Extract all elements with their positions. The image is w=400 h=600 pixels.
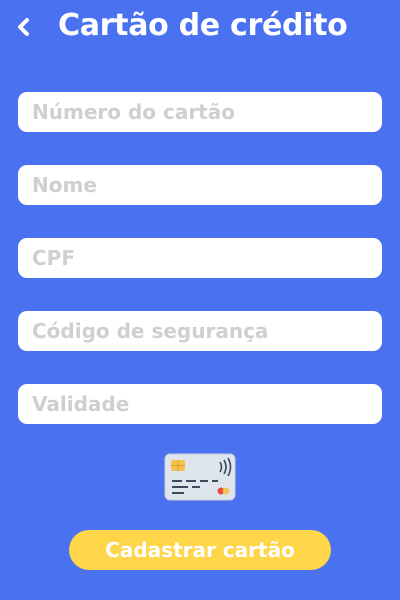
expiry-input[interactable]: [18, 384, 382, 424]
credit-card-screen: Cartão de crédito Número do cartão Nome …: [0, 0, 400, 600]
chevron-left-icon: [18, 18, 29, 36]
credit-card-icon: [164, 453, 236, 501]
card-number-input[interactable]: [18, 92, 382, 132]
header: Cartão de crédito: [0, 0, 400, 54]
security-code-input[interactable]: [18, 311, 382, 351]
name-input[interactable]: [18, 165, 382, 205]
register-card-button[interactable]: Cadastrar cartão: [69, 530, 331, 570]
page-title: Cartão de crédito: [58, 8, 348, 43]
back-button[interactable]: [10, 10, 38, 44]
cpf-input[interactable]: [18, 238, 382, 278]
